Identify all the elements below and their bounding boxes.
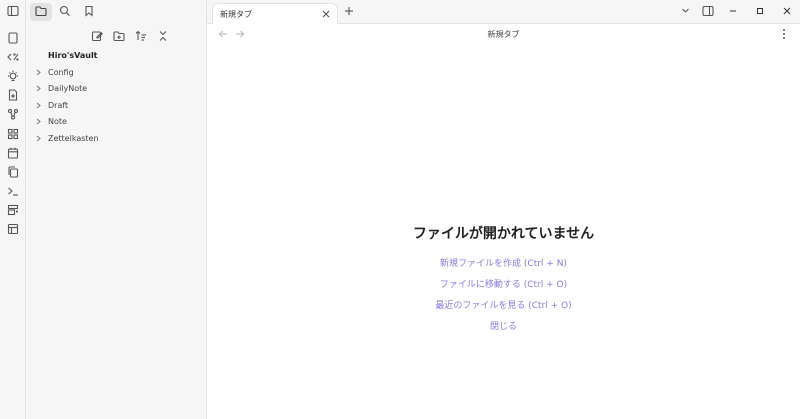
files-tab[interactable]: [30, 3, 52, 21]
new-note-icon[interactable]: [90, 29, 104, 43]
maximize-icon: [755, 6, 765, 19]
right-sidebar-toggle[interactable]: [697, 1, 719, 23]
tab-new[interactable]: 新規タブ: [212, 3, 338, 24]
terminal-icon[interactable]: [4, 182, 22, 200]
ribbon: [0, 0, 26, 419]
chevron-right-icon: [35, 135, 48, 142]
template-icon[interactable]: [4, 201, 22, 219]
empty-state-title: ファイルが開かれていません: [412, 226, 595, 242]
tab-label: 新規タブ: [220, 9, 252, 19]
close-window-button[interactable]: [774, 1, 800, 23]
folder-item[interactable]: Note: [26, 114, 206, 131]
folder-item[interactable]: Zettelkasten: [26, 130, 206, 147]
view-title: 新規タブ: [487, 30, 520, 39]
folder-label: DailyNote: [48, 84, 88, 94]
vault-name[interactable]: Hiro'sVault: [26, 48, 206, 64]
file-plus-icon[interactable]: [4, 86, 22, 104]
sort-icon[interactable]: [134, 29, 148, 43]
minimize-icon: [728, 6, 738, 19]
file-explorer-sidebar: Hiro'sVault Config DailyNote Draft Note …: [26, 0, 207, 419]
collapse-icon[interactable]: [156, 29, 170, 43]
tab-bar: 新規タブ: [207, 0, 800, 24]
close-link[interactable]: 閉じる: [207, 317, 800, 338]
search-icon: [59, 5, 71, 20]
minimize-button[interactable]: [720, 1, 746, 23]
copy-icon[interactable]: [4, 163, 22, 181]
close-icon: [782, 6, 792, 19]
bulb-icon[interactable]: [4, 67, 22, 85]
file-actions: [26, 24, 206, 48]
layout-icon[interactable]: [4, 220, 22, 238]
create-file-link[interactable]: 新規ファイルを作成 (Ctrl + N): [207, 254, 800, 275]
more-options-button[interactable]: [778, 28, 790, 42]
plus-icon: [344, 6, 354, 19]
chevron-right-icon: [35, 102, 48, 109]
maximize-button[interactable]: [747, 1, 773, 23]
close-icon[interactable]: [320, 8, 332, 20]
go-to-file-link[interactable]: ファイルに移動する (Ctrl + O): [207, 275, 800, 296]
note-icon[interactable]: [4, 29, 22, 47]
folder-label: Zettelkasten: [48, 133, 99, 143]
tab-list-button[interactable]: [674, 1, 696, 23]
more-vertical-icon: [782, 28, 786, 43]
empty-state-actions: 新規ファイルを作成 (Ctrl + N) ファイルに移動する (Ctrl + O…: [207, 254, 800, 338]
view-header: 新規タブ: [207, 24, 800, 46]
folder-label: Config: [48, 67, 74, 77]
sidebar-tabs: [26, 0, 206, 24]
search-tab[interactable]: [54, 3, 76, 21]
grid-icon[interactable]: [4, 125, 22, 143]
sidebar-right-icon: [702, 5, 714, 20]
code-icon[interactable]: [4, 48, 22, 66]
graph-icon[interactable]: [4, 105, 22, 123]
recent-files-link[interactable]: 最近のファイルを見る (Ctrl + O): [207, 296, 800, 317]
folder-item[interactable]: DailyNote: [26, 81, 206, 98]
folder-item[interactable]: Draft: [26, 97, 206, 114]
folder-label: Draft: [48, 100, 69, 110]
empty-state: ファイルが開かれていません 新規ファイルを作成 (Ctrl + N) ファイルに…: [207, 222, 800, 338]
bookmark-icon: [83, 5, 95, 20]
folder-item[interactable]: Config: [26, 64, 206, 81]
window-controls: [673, 0, 800, 24]
chevron-down-icon: [681, 6, 690, 18]
calendar-icon[interactable]: [4, 144, 22, 162]
chevron-right-icon: [35, 85, 48, 92]
chevron-right-icon: [35, 69, 48, 76]
ribbon-top: [0, 0, 25, 24]
bookmarks-tab[interactable]: [78, 3, 100, 21]
folder-icon: [35, 5, 47, 20]
sidebar-toggle-icon[interactable]: [6, 5, 19, 20]
chevron-right-icon: [35, 118, 48, 125]
folder-label: Note: [48, 117, 67, 127]
new-folder-icon[interactable]: [112, 29, 126, 43]
ribbon-icons: [0, 24, 25, 239]
new-tab-button[interactable]: [341, 4, 357, 20]
